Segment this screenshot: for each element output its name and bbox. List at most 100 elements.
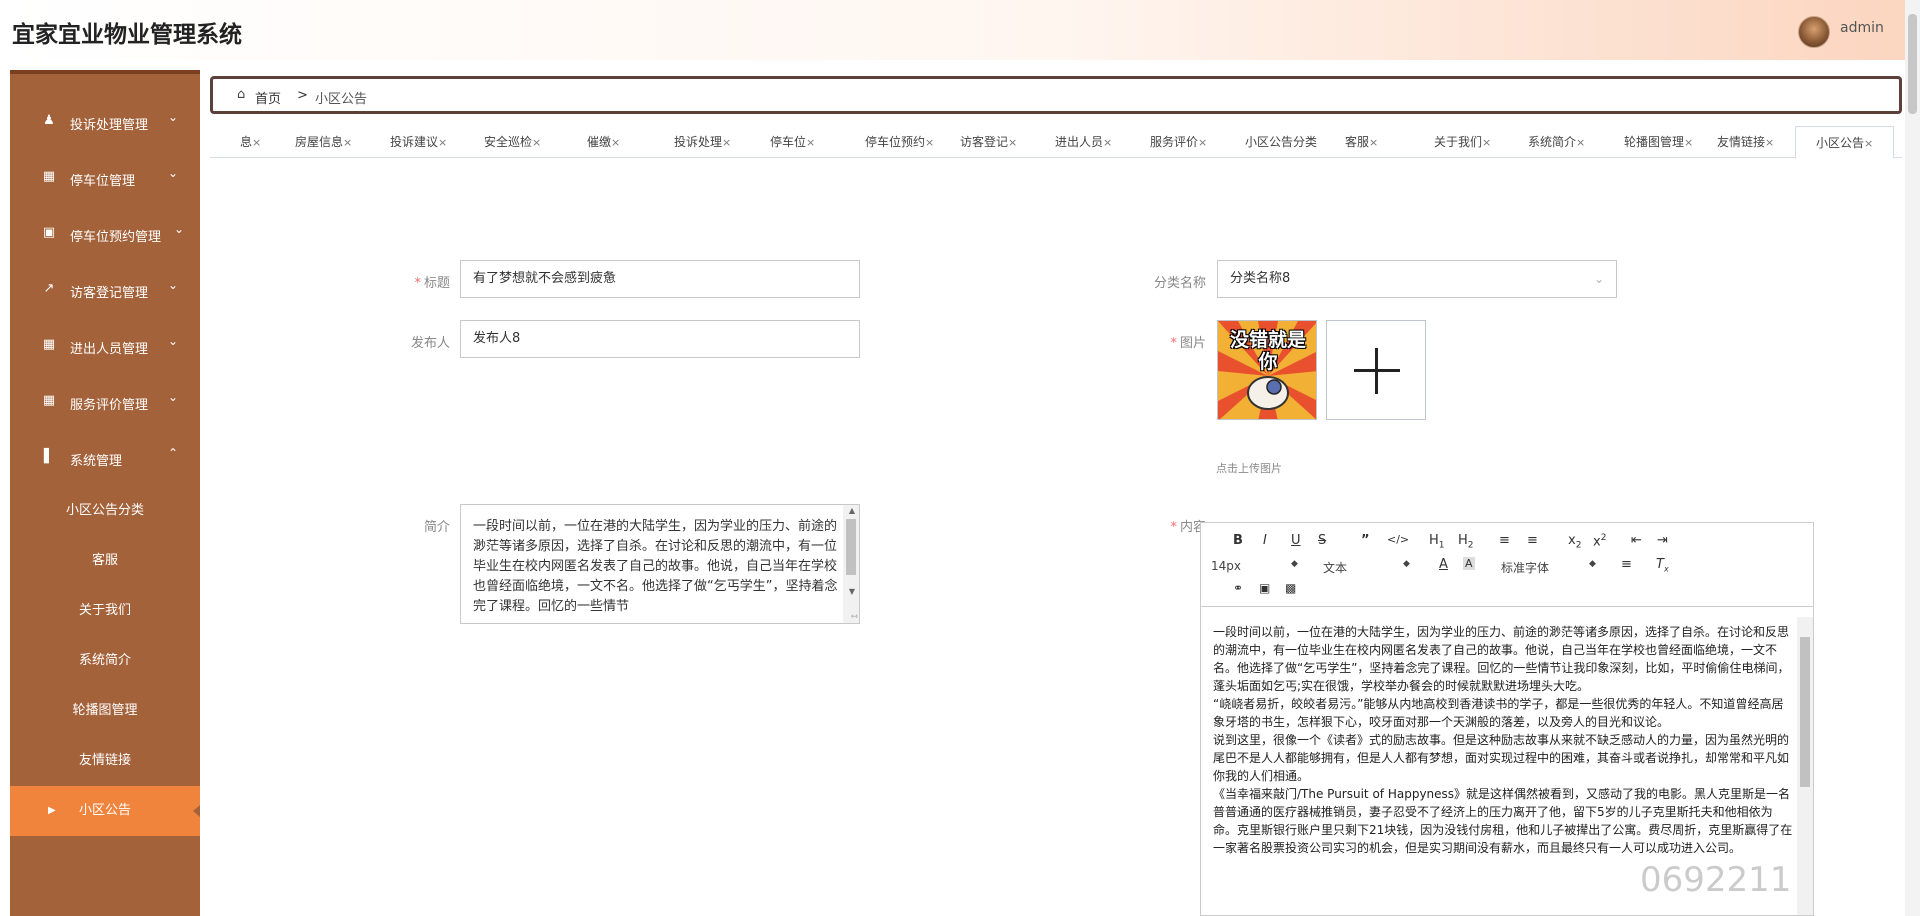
required-mark: *: [414, 276, 421, 291]
rich-text-editor[interactable]: B I U S ” </> H1 H2 ≡ ≡ x2 x2 ⇤ ⇥ 14px ◆…: [1200, 522, 1814, 916]
tab-links[interactable]: 友情链接×: [1717, 126, 1774, 158]
underline-icon[interactable]: U: [1291, 533, 1301, 548]
editor-scrollbar[interactable]: [1797, 617, 1813, 915]
close-icon[interactable]: ×: [1369, 136, 1378, 149]
indent-icon[interactable]: ⇥: [1657, 533, 1668, 548]
chevron-down-icon: ⌄: [1593, 272, 1604, 286]
outdent-icon[interactable]: ⇤: [1631, 533, 1642, 548]
close-icon[interactable]: ×: [1103, 136, 1112, 149]
home-icon[interactable]: ⌂: [237, 87, 245, 102]
clear-format-icon[interactable]: Tx: [1656, 557, 1669, 574]
tab-about-us[interactable]: 关于我们×: [1434, 126, 1491, 158]
close-icon[interactable]: ×: [1765, 136, 1774, 149]
align-icon[interactable]: ≡: [1621, 557, 1632, 572]
sidebar-item-service-rating[interactable]: ▦ 服务评价管理 ⌄: [10, 374, 200, 430]
font-size-value: 14px: [1211, 559, 1241, 573]
user-avatar[interactable]: [1798, 16, 1830, 48]
add-image-button[interactable]: [1326, 320, 1426, 420]
tab-dunning[interactable]: 催缴×: [587, 126, 620, 158]
sidebar-subitem-carousel[interactable]: 轮播图管理: [10, 686, 200, 736]
close-icon[interactable]: ×: [532, 136, 541, 149]
sidebar-item-label: 投诉处理管理: [70, 118, 149, 133]
publisher-input[interactable]: 发布人8: [460, 320, 860, 358]
strikethrough-icon[interactable]: S: [1318, 533, 1326, 548]
editor-scrollbar-thumb[interactable]: [1800, 637, 1810, 787]
sidebar-subitem-about-us[interactable]: 关于我们: [10, 586, 200, 636]
close-icon[interactable]: ×: [611, 136, 620, 149]
tab-carousel[interactable]: 轮播图管理×: [1624, 126, 1693, 158]
tab-complaint-suggestion[interactable]: 投诉建议×: [390, 126, 447, 158]
tab-info[interactable]: 息×: [240, 126, 261, 158]
close-icon[interactable]: ×: [1576, 136, 1585, 149]
category-select[interactable]: 分类名称8 ⌄: [1217, 260, 1617, 298]
sidebar-item-system[interactable]: ▌ 系统管理 ⌃: [10, 430, 200, 486]
tab-parking[interactable]: 停车位×: [770, 126, 815, 158]
sidebar-item-parking[interactable]: ▦ 停车位管理 ⌄: [10, 150, 200, 206]
sidebar-subitem-notice-category[interactable]: 小区公告分类: [10, 486, 200, 536]
bullet-list-icon[interactable]: ≡: [1527, 533, 1538, 548]
tab-parking-reservation[interactable]: 停车位预约×: [865, 126, 934, 158]
intro-scrollbar-thumb[interactable]: [846, 519, 856, 575]
scroll-down-icon[interactable]: ▼: [849, 587, 855, 596]
close-icon[interactable]: ×: [1864, 137, 1873, 150]
close-icon[interactable]: ×: [252, 136, 261, 149]
text-color-icon[interactable]: A: [1439, 557, 1448, 572]
close-icon[interactable]: ×: [1008, 136, 1017, 149]
tab-system-intro[interactable]: 系统简介×: [1528, 126, 1585, 158]
heading-1-icon[interactable]: H1: [1429, 533, 1445, 551]
page-scrollbar-thumb[interactable]: [1908, 14, 1917, 114]
sidebar-item-personnel[interactable]: ▦ 进出人员管理 ⌄: [10, 318, 200, 374]
italic-icon[interactable]: I: [1263, 533, 1267, 548]
superscript-icon[interactable]: x2: [1593, 533, 1606, 549]
editor-content[interactable]: 一段时间以前，一位在港的大陆学生，因为学业的压力、前途的渺茫等诸多原因，选择了自…: [1213, 623, 1793, 857]
tab-visitor[interactable]: 访客登记×: [960, 126, 1017, 158]
block-type-select[interactable]: 文本 ◆: [1323, 559, 1413, 576]
sidebar-item-visitor[interactable]: ↗ 访客登记管理 ⌄: [10, 262, 200, 318]
close-icon[interactable]: ×: [438, 136, 447, 149]
tab-label: 小区公告分类: [1245, 135, 1318, 149]
uploaded-image-thumbnail[interactable]: 没错就是你: [1217, 320, 1317, 420]
close-icon[interactable]: ×: [722, 136, 731, 149]
username[interactable]: admin: [1840, 20, 1884, 36]
tab-complaint-handling[interactable]: 投诉处理×: [674, 126, 731, 158]
page-scrollbar[interactable]: [1905, 0, 1920, 916]
tab-house-info[interactable]: 房屋信息×: [295, 126, 352, 158]
background-color-icon[interactable]: A: [1463, 557, 1475, 570]
sidebar-subitem-system-intro[interactable]: 系统简介: [10, 636, 200, 686]
ordered-list-icon[interactable]: ≡: [1499, 533, 1510, 548]
image-icon[interactable]: ▣: [1259, 581, 1270, 595]
title-input[interactable]: 有了梦想就不会感到疲惫: [460, 260, 860, 298]
sidebar-subitem-links[interactable]: 友情链接: [10, 736, 200, 786]
close-icon[interactable]: ×: [1684, 136, 1693, 149]
sidebar-subitem-customer-service[interactable]: 客服: [10, 536, 200, 586]
close-icon[interactable]: ×: [806, 136, 815, 149]
font-size-select[interactable]: 14px ◆: [1211, 559, 1301, 573]
code-block-icon[interactable]: </>: [1387, 533, 1409, 546]
subscript-icon[interactable]: x2: [1568, 533, 1581, 551]
tab-notice-category[interactable]: 小区公告分类: [1245, 126, 1317, 158]
tab-customer-service[interactable]: 客服×: [1345, 126, 1378, 158]
intro-scrollbar[interactable]: ▲ ▼: [843, 505, 859, 623]
heading-2-icon[interactable]: H2: [1458, 533, 1474, 551]
bold-icon[interactable]: B: [1233, 533, 1243, 548]
close-icon[interactable]: ×: [1198, 136, 1207, 149]
resize-handle-icon[interactable]: ⇿: [850, 612, 858, 622]
sidebar-item-parking-reservation[interactable]: ▣ 停车位预约管理 ⌄: [10, 206, 200, 262]
close-icon[interactable]: ×: [1482, 136, 1491, 149]
tab-personnel[interactable]: 进出人员×: [1055, 126, 1112, 158]
video-icon[interactable]: ▩: [1285, 581, 1296, 595]
close-icon[interactable]: ×: [343, 136, 352, 149]
blockquote-icon[interactable]: ”: [1361, 533, 1370, 548]
tab-label: 息: [240, 135, 253, 149]
close-icon[interactable]: ×: [925, 136, 934, 149]
tab-safety-inspection[interactable]: 安全巡检×: [484, 126, 541, 158]
font-family-select[interactable]: 标准字体 ◆: [1501, 559, 1601, 576]
tab-service-rating[interactable]: 服务评价×: [1150, 126, 1207, 158]
sidebar-subitem-notice[interactable]: ▶ 小区公告: [10, 786, 200, 836]
breadcrumb-home[interactable]: 首页: [255, 88, 281, 107]
intro-textarea[interactable]: 一段时间以前，一位在港的大陆学生，因为学业的压力、前途的渺茫等诸多原因，选择了自…: [460, 504, 860, 624]
sidebar-item-complaint-handling[interactable]: ♟ 投诉处理管理 ⌄: [10, 94, 200, 150]
link-icon[interactable]: ⚭: [1233, 581, 1243, 595]
scroll-up-icon[interactable]: ▲: [849, 506, 855, 515]
tab-notice-active[interactable]: 小区公告×: [1795, 126, 1895, 159]
